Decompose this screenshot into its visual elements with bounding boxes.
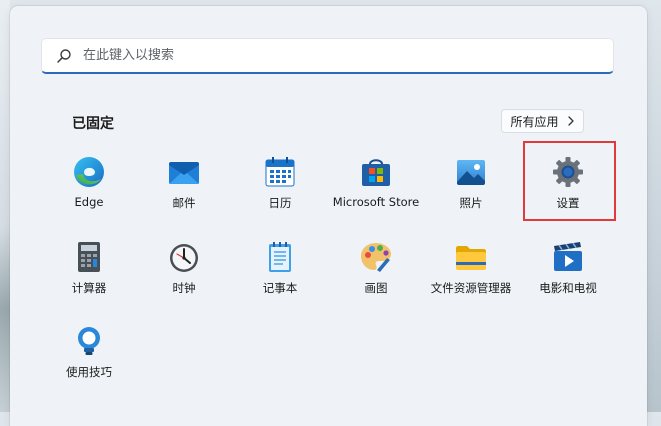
photos-icon xyxy=(454,155,488,189)
all-apps-button[interactable]: 所有应用 xyxy=(501,109,584,133)
app-tile-clock[interactable]: 时钟 xyxy=(132,232,236,310)
search-box[interactable] xyxy=(41,38,614,74)
app-label: 使用技巧 xyxy=(66,365,112,379)
app-tile-calculator[interactable]: 计算器 xyxy=(37,232,141,310)
edge-icon xyxy=(72,155,106,189)
search-input[interactable] xyxy=(83,48,583,63)
calendar-icon xyxy=(263,155,297,189)
app-label: 记事本 xyxy=(262,281,298,295)
app-tile-notepad[interactable]: 记事本 xyxy=(228,232,332,310)
mail-icon xyxy=(167,155,201,189)
chevron-right-icon xyxy=(567,116,575,126)
app-tile-movies-tv[interactable]: 电影和电视 xyxy=(516,232,620,310)
start-menu: 已固定 所有应用 xyxy=(10,6,647,426)
pinned-section-title: 已固定 xyxy=(72,116,114,132)
app-label: 计算器 xyxy=(71,281,107,295)
app-tile-calendar[interactable]: 日历 xyxy=(228,147,332,225)
clock-icon xyxy=(167,240,201,274)
app-tile-settings[interactable]: 设置 xyxy=(516,147,620,225)
app-label: 设置 xyxy=(556,196,580,210)
app-label: 邮件 xyxy=(172,196,196,210)
app-tile-paint[interactable]: 画图 xyxy=(324,232,428,310)
notepad-icon xyxy=(263,240,297,274)
app-tile-microsoft-store[interactable]: Microsoft Store xyxy=(324,147,428,225)
app-tile-mail[interactable]: 邮件 xyxy=(132,147,236,225)
store-icon xyxy=(359,155,393,189)
search-icon xyxy=(56,48,72,64)
app-tile-file-explorer[interactable]: 文件资源管理器 xyxy=(419,232,523,310)
settings-gear-icon xyxy=(551,155,585,189)
app-label: 文件资源管理器 xyxy=(430,281,512,295)
app-tile-edge[interactable]: Edge xyxy=(37,147,141,225)
app-label: Edge xyxy=(74,195,104,209)
movies-tv-icon xyxy=(551,240,585,274)
paint-palette-icon xyxy=(359,240,393,274)
app-label: 日历 xyxy=(268,196,292,210)
app-tile-tips[interactable]: 使用技巧 xyxy=(37,316,141,394)
app-label: 画图 xyxy=(364,281,388,295)
app-label: 电影和电视 xyxy=(539,281,597,295)
tips-bulb-icon xyxy=(72,324,106,358)
calculator-icon xyxy=(72,240,106,274)
app-label: Microsoft Store xyxy=(332,195,420,209)
app-tile-photos[interactable]: 照片 xyxy=(419,147,523,225)
all-apps-label: 所有应用 xyxy=(510,114,559,129)
app-label: 时钟 xyxy=(172,281,196,295)
desktop-wallpaper xyxy=(0,0,10,412)
folder-icon xyxy=(454,240,488,274)
app-label: 照片 xyxy=(459,196,483,210)
